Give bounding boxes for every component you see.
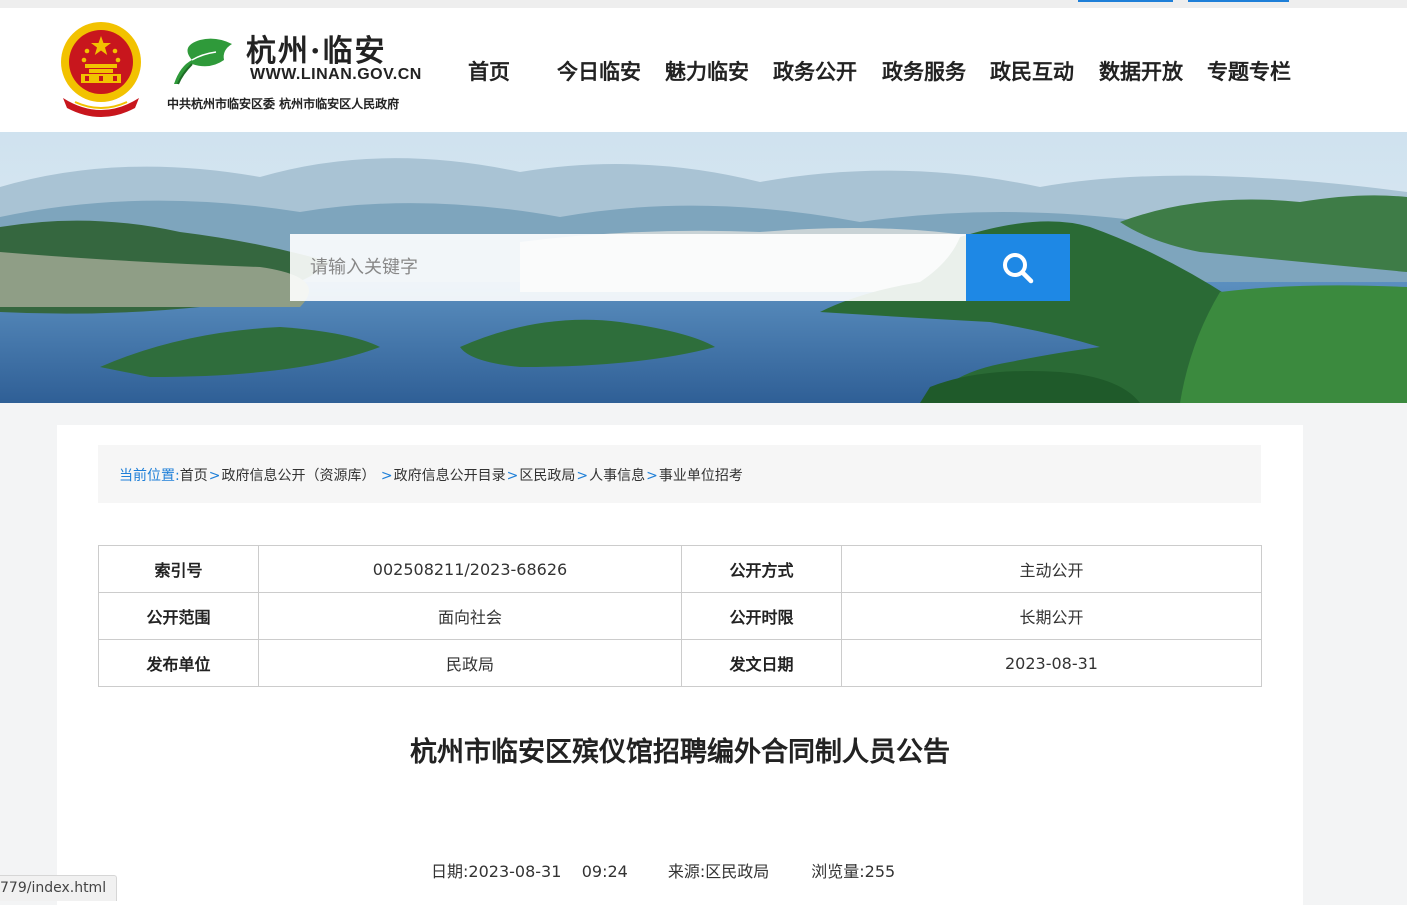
- nav-item-home[interactable]: 首页: [468, 56, 510, 86]
- national-emblem-icon: [61, 22, 141, 117]
- nav-item-gov-service[interactable]: 政务服务: [882, 56, 966, 86]
- breadcrumb-item-home[interactable]: 首页: [180, 468, 208, 484]
- breadcrumb-separator: >: [506, 468, 519, 484]
- source-label: 来源:: [667, 862, 706, 881]
- meta-key-index: 索引号: [98, 545, 259, 593]
- top-tab-1[interactable]: [1078, 0, 1173, 2]
- meta-key-scope: 公开范围: [98, 592, 259, 640]
- nav-item-today[interactable]: 今日临安: [557, 56, 641, 86]
- breadcrumb-item-catalog[interactable]: 政府信息公开目录: [394, 468, 506, 484]
- meta-value-duration: 长期公开: [841, 592, 1262, 640]
- top-strip: [0, 0, 1407, 8]
- date-label: 日期:: [431, 862, 469, 881]
- meta-value-issue-date: 2023-08-31: [841, 639, 1262, 687]
- meta-value-scope: 面向社会: [258, 592, 682, 640]
- breadcrumb-item-gov-info[interactable]: 政府信息公开（资源库）: [221, 468, 375, 484]
- breadcrumb: 当前位置:首页>政府信息公开（资源库） >政府信息公开目录>区民政局>人事信息>…: [98, 445, 1261, 503]
- document-meta-table: 索引号 002508211/2023-68626 公开方式 主动公开 公开范围 …: [98, 545, 1262, 687]
- site-domain: WWW.LINAN.GOV.CN: [250, 66, 422, 83]
- breadcrumb-item-civil-affairs[interactable]: 区民政局: [519, 468, 575, 484]
- meta-value-publisher: 民政局: [258, 639, 682, 687]
- breadcrumb-item-recruitment[interactable]: 事业单位招考: [659, 468, 743, 484]
- top-tab-2[interactable]: [1188, 0, 1289, 2]
- search-button[interactable]: [966, 234, 1070, 301]
- table-row: 公开范围 面向社会 公开时限 长期公开: [98, 592, 1262, 640]
- breadcrumb-separator: >: [380, 468, 393, 484]
- article-title: 杭州市临安区殡仪馆招聘编外合同制人员公告: [410, 737, 950, 768]
- meta-key-open-method: 公开方式: [681, 545, 842, 593]
- breadcrumb-separator: >: [576, 468, 589, 484]
- views-label: 浏览量:: [811, 862, 865, 881]
- meta-key-publisher: 发布单位: [98, 639, 259, 687]
- nav-item-gov-open[interactable]: 政务公开: [773, 56, 857, 86]
- breadcrumb-item-personnel[interactable]: 人事信息: [589, 468, 645, 484]
- search-icon: [1003, 252, 1034, 283]
- site-calligraphy-name: 杭州·临安: [246, 34, 387, 69]
- meta-key-duration: 公开时限: [681, 592, 842, 640]
- nav-item-topics[interactable]: 专题专栏: [1207, 56, 1291, 86]
- search-input[interactable]: [290, 234, 966, 301]
- table-row: 发布单位 民政局 发文日期 2023-08-31: [98, 639, 1262, 687]
- meta-key-issue-date: 发文日期: [681, 639, 842, 687]
- ginkgo-leaf-icon: [174, 38, 232, 85]
- article-date: 2023-08-31 09:24: [468, 862, 628, 881]
- meta-value-index: 002508211/2023-68626: [258, 545, 682, 593]
- breadcrumb-separator: >: [208, 468, 221, 484]
- meta-value-open-method: 主动公开: [841, 545, 1262, 593]
- article-source: 区民政局: [705, 862, 770, 881]
- view-count: 255: [864, 862, 896, 881]
- breadcrumb-label: 当前位置:: [119, 468, 180, 484]
- status-bar-url: 779/index.html: [0, 875, 118, 901]
- breadcrumb-separator: >: [646, 468, 658, 484]
- site-subtitle: 中共杭州市临安区委 杭州市临安区人民政府: [167, 97, 400, 111]
- nav-item-interaction[interactable]: 政民互动: [990, 56, 1074, 86]
- site-header: 杭州·临安 WWW.LINAN.GOV.CN 中共杭州市临安区委 杭州市临安区人…: [0, 8, 1407, 132]
- nav-item-open-data[interactable]: 数据开放: [1099, 56, 1183, 86]
- table-row: 索引号 002508211/2023-68626 公开方式 主动公开: [98, 545, 1262, 593]
- nav-item-charm[interactable]: 魅力临安: [665, 56, 749, 86]
- article-info: 日期:2023-08-31 09:24 来源:区民政局 浏览量:255: [431, 858, 895, 882]
